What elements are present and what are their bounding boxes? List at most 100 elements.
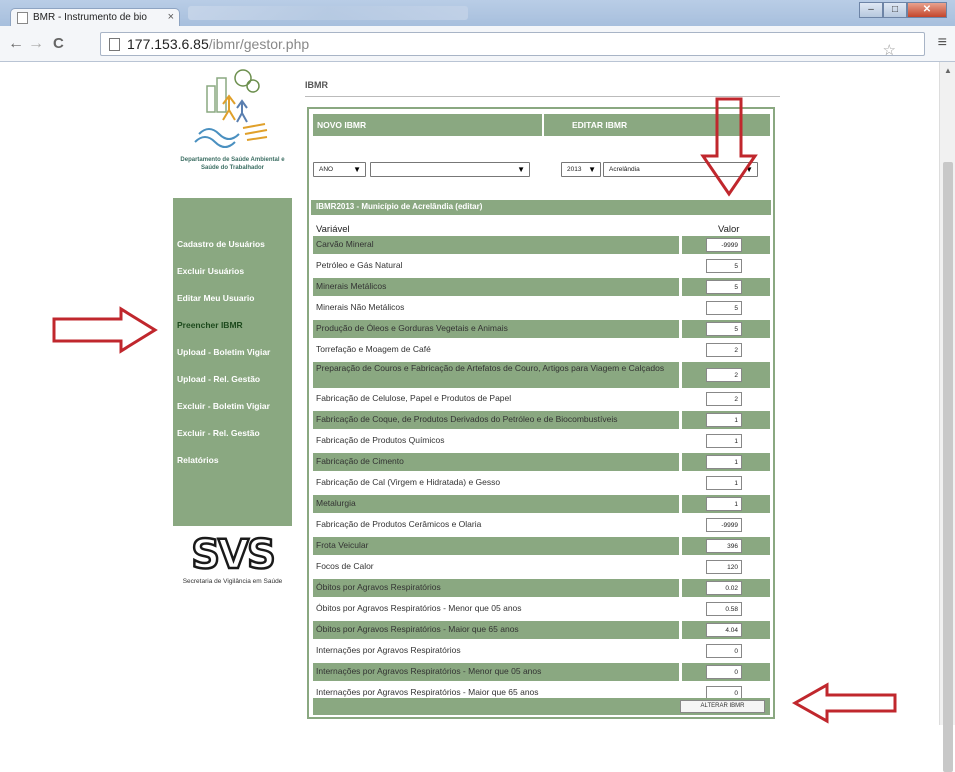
reload-icon[interactable]: C xyxy=(53,35,64,52)
table-row: Fabricação de Produtos Químicos 1 xyxy=(313,432,770,450)
value-cell: 2 xyxy=(682,341,770,359)
close-window-button[interactable]: ✕ xyxy=(907,2,947,18)
bookmark-star-icon[interactable]: ☆ xyxy=(883,41,896,59)
sidebar-item-editar-usuario[interactable]: Editar Meu Usuario xyxy=(177,293,254,303)
svs-logo: SVS Secretaria de Vigilância em Saúde xyxy=(173,526,292,616)
value-input[interactable]: 5 xyxy=(706,259,742,273)
table-row: Focos de Calor 120 xyxy=(313,558,770,576)
value-cell: 0.02 xyxy=(682,579,770,597)
scrollbar-thumb[interactable] xyxy=(943,162,953,772)
sidebar-item-preencher-ibmr[interactable]: Preencher IBMR xyxy=(177,320,243,330)
chevron-down-icon: ▼ xyxy=(353,165,361,174)
value-input[interactable]: 2 xyxy=(706,392,742,406)
sidebar-item-relatorios[interactable]: Relatórios xyxy=(177,455,219,465)
sidebar-item-cadastro-usuarios[interactable]: Cadastro de Usuários xyxy=(177,239,265,249)
value-cell: 5 xyxy=(682,320,770,338)
year-select-edit[interactable]: 2013 ▼ xyxy=(561,162,601,177)
sidebar-item-upload-relatorio[interactable]: Upload - Rel. Gestão xyxy=(177,374,260,384)
value-cell: 5 xyxy=(682,257,770,275)
value-input[interactable]: 1 xyxy=(706,455,742,469)
vertical-scrollbar[interactable]: ▲ xyxy=(939,62,955,772)
panel-header-divider xyxy=(542,114,544,136)
table-row: Óbitos por Agravos Respiratórios - Menor… xyxy=(313,600,770,618)
value-input[interactable]: 1 xyxy=(706,497,742,511)
sidebar-item-upload-boletim[interactable]: Upload - Boletim Vigiar xyxy=(177,347,270,357)
value-input[interactable]: 5 xyxy=(706,322,742,336)
value-input[interactable]: 5 xyxy=(706,280,742,294)
variable-label: Torrefação e Moagem de Café xyxy=(316,344,431,354)
variable-label: Fabricação de Produtos Químicos xyxy=(316,435,445,445)
table-row: Carvão Mineral -9999 xyxy=(313,236,770,254)
value-input[interactable]: 1 xyxy=(706,413,742,427)
value-input[interactable]: 4.04 xyxy=(706,623,742,637)
window-controls: – □ ✕ xyxy=(859,2,947,18)
value-cell: 1 xyxy=(682,432,770,450)
forward-arrow-icon[interactable]: → xyxy=(28,35,44,53)
svs-logo-text: SVS xyxy=(190,531,277,580)
page-icon xyxy=(17,12,28,24)
back-arrow-icon[interactable]: ← xyxy=(8,35,24,53)
table-row: Frota Veicular 396 xyxy=(313,537,770,555)
tab-close-icon[interactable]: × xyxy=(168,11,174,23)
background-tabs xyxy=(188,6,468,20)
value-input[interactable]: 0.58 xyxy=(706,602,742,616)
variable-label: Minerais Metálicos xyxy=(313,278,679,296)
maximize-button[interactable]: □ xyxy=(883,2,907,18)
alterar-ibmr-button[interactable]: ALTERAR IBMR xyxy=(680,700,765,713)
value-input[interactable]: 5 xyxy=(706,301,742,315)
value-cell: 1 xyxy=(682,411,770,429)
url-host: 177.153.6.85 xyxy=(127,36,209,52)
minimize-button[interactable]: – xyxy=(859,2,883,18)
table-row: Fabricação de Coque, de Produtos Derivad… xyxy=(313,411,770,429)
column-header-variable: Variável xyxy=(316,224,350,235)
table-row: Fabricação de Cimento 1 xyxy=(313,453,770,471)
address-bar[interactable]: 177.153.6.85/ibmr/gestor.php ☆ xyxy=(100,32,925,59)
value-input[interactable]: 120 xyxy=(706,560,742,574)
browser-toolbar: ← → C 177.153.6.85/ibmr/gestor.php ☆ ≡ xyxy=(0,26,955,62)
table-row: Minerais Não Metálicos 5 xyxy=(313,299,770,317)
browser-titlebar: BMR - Instrumento de bio × – □ ✕ xyxy=(0,0,955,27)
value-cell: 0 xyxy=(682,663,770,681)
table-row: Internações por Agravos Respiratórios - … xyxy=(313,663,770,681)
value-input[interactable]: 0 xyxy=(706,665,742,679)
table-row: Torrefação e Moagem de Café 2 xyxy=(313,341,770,359)
year-select-new[interactable]: ANO ▼ xyxy=(313,162,366,177)
variable-label: Fabricação de Produtos Cerâmicos e Olari… xyxy=(316,519,482,529)
table-row: Óbitos por Agravos Respiratórios - Maior… xyxy=(313,621,770,639)
value-input[interactable]: 2 xyxy=(706,368,742,382)
value-input[interactable]: 0.02 xyxy=(706,581,742,595)
sidebar-item-excluir-usuarios[interactable]: Excluir Usuários xyxy=(177,266,244,276)
department-logo: Departamento de Saúde Ambiental e Saúde … xyxy=(173,62,292,198)
value-input[interactable]: 396 xyxy=(706,539,742,553)
arrow-right-icon xyxy=(52,306,158,354)
variable-label: Óbitos por Agravos Respiratórios xyxy=(313,579,679,597)
new-ibmr-heading[interactable]: NOVO IBMR xyxy=(317,120,366,130)
value-input[interactable]: 0 xyxy=(706,644,742,658)
url-path: /ibmr/gestor.php xyxy=(208,36,310,52)
municipality-select-new[interactable]: ▼ xyxy=(370,162,530,177)
table-row: Óbitos por Agravos Respiratórios 0.02 xyxy=(313,579,770,597)
variable-label: Fabricação de Celulose, Papel e Produtos… xyxy=(316,393,512,403)
value-cell: 1 xyxy=(682,495,770,513)
scroll-up-icon[interactable]: ▲ xyxy=(944,66,952,75)
page-brand: IBMR xyxy=(305,80,328,90)
value-input[interactable]: -9999 xyxy=(706,238,742,252)
logo-caption: Departamento de Saúde Ambiental e Saúde … xyxy=(180,157,285,171)
tab-title: BMR - Instrumento de bio xyxy=(33,12,147,23)
value-input[interactable]: 1 xyxy=(706,434,742,448)
sidebar-item-excluir-boletim[interactable]: Excluir - Boletim Vigiar xyxy=(177,401,270,411)
variable-label: Carvão Mineral xyxy=(313,236,679,254)
value-input[interactable]: 2 xyxy=(706,343,742,357)
value-input[interactable]: -9999 xyxy=(706,518,742,532)
value-input[interactable]: 1 xyxy=(706,476,742,490)
value-cell: 0.58 xyxy=(682,600,770,618)
value-cell: -9999 xyxy=(682,236,770,254)
chevron-down-icon: ▼ xyxy=(517,165,525,174)
edit-ibmr-heading[interactable]: EDITAR IBMR xyxy=(572,120,627,130)
sidebar-item-excluir-relatorio[interactable]: Excluir - Rel. Gestão xyxy=(177,428,260,438)
table-row: Produção de Óleos e Gorduras Vegetais e … xyxy=(313,320,770,338)
variable-label: Produção de Óleos e Gorduras Vegetais e … xyxy=(313,320,679,338)
variable-label: Internações por Agravos Respiratórios - … xyxy=(313,663,679,681)
browser-menu-icon[interactable]: ≡ xyxy=(938,34,947,52)
browser-tab[interactable]: BMR - Instrumento de bio × xyxy=(10,8,180,27)
